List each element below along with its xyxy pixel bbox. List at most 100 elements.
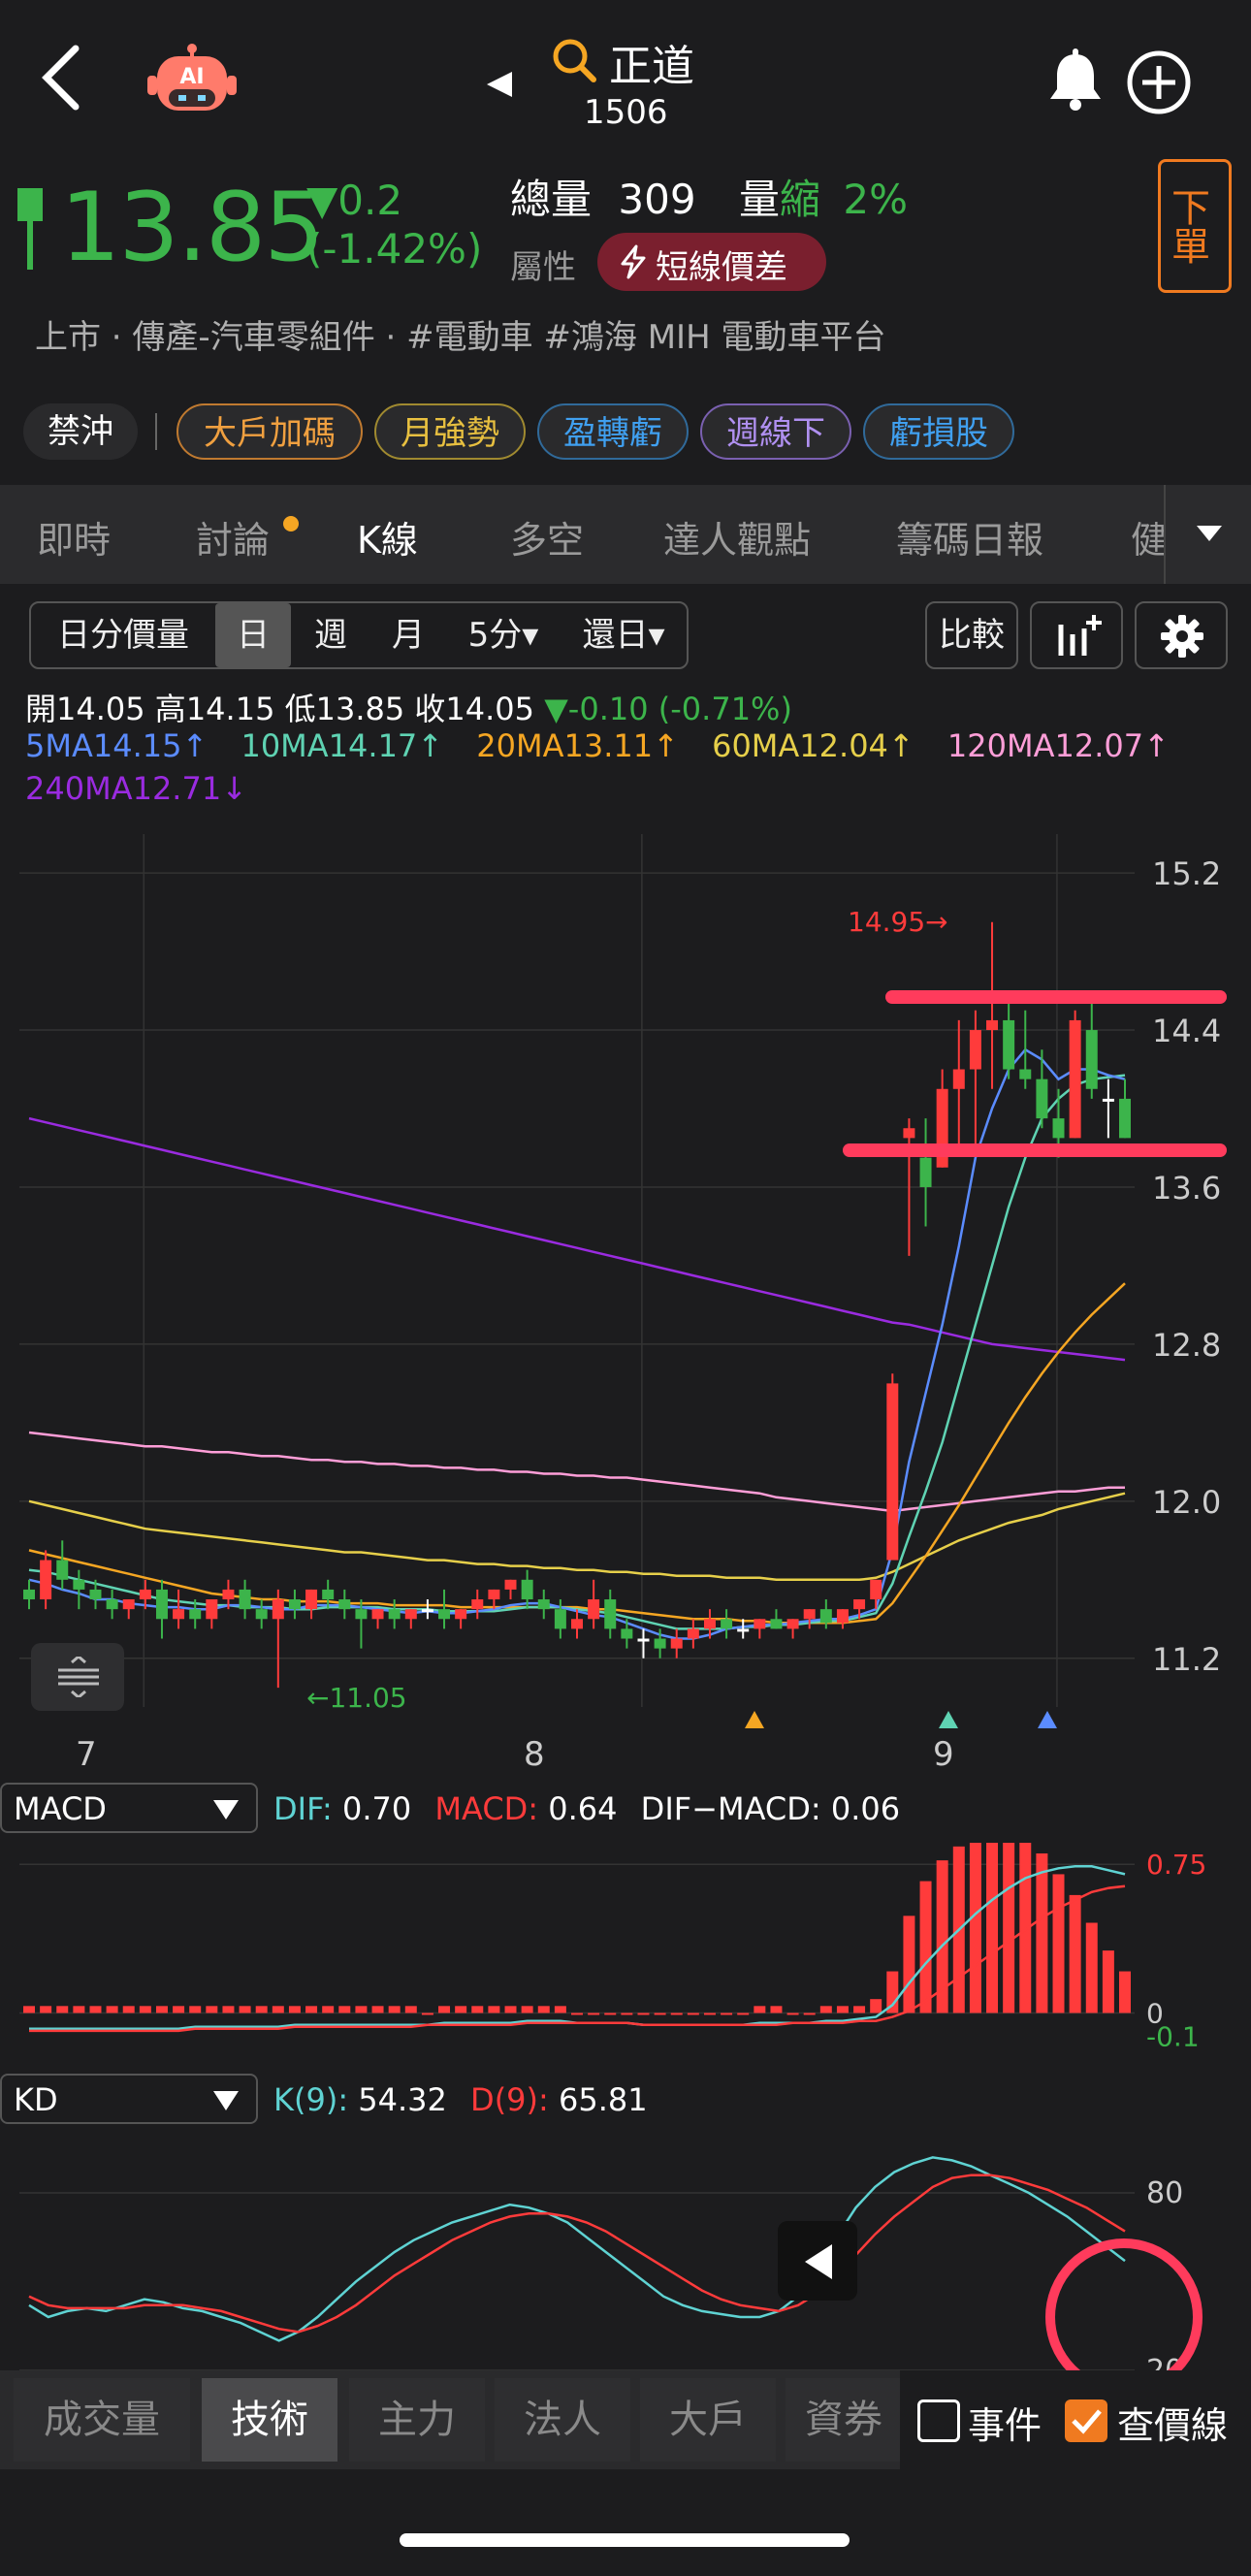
tag-label: 虧損股 [889, 414, 988, 453]
event-label: 事件 [968, 2404, 1042, 2447]
tag-label: 禁沖 [48, 412, 113, 451]
checkmark-icon [1072, 2409, 1102, 2434]
bottom-tab-margin[interactable]: 資券 [786, 2378, 902, 2462]
tag-profit-to-loss[interactable]: 盈轉虧 [537, 403, 689, 460]
indicator-button[interactable] [1030, 601, 1123, 669]
tag-label: 大戶加碼 [204, 414, 336, 453]
period-month[interactable]: 月 [370, 603, 446, 667]
bottom-tab-big-holder[interactable]: 大戶 [640, 2378, 776, 2462]
macd-histogram-bar [786, 2012, 799, 2015]
tag-monthly-strong[interactable]: 月強勢 [374, 403, 526, 460]
macd-histogram-bar [571, 2012, 583, 2015]
adjust-selector[interactable]: 還日▾ [561, 603, 687, 667]
tag-below-weekly[interactable]: 週線下 [700, 403, 851, 460]
ma10-legend: 10MA14.17↑ [241, 727, 444, 764]
event-checkbox[interactable] [917, 2399, 960, 2442]
stock-search[interactable]: 正道 1506 [545, 29, 739, 136]
candle-body [189, 1609, 202, 1620]
candle-body [952, 1069, 965, 1089]
d-line [28, 2174, 1126, 2334]
macd-chart[interactable]: 0.750-0.1 [0, 1843, 1251, 2056]
bottom-tab-institutional[interactable]: 法人 [495, 2378, 630, 2462]
chart-resize-handle[interactable] [31, 1643, 124, 1711]
tag-big-holder-add[interactable]: 大戶加碼 [176, 403, 363, 460]
osc-value: 0.06 [830, 1790, 901, 1827]
candle-body [969, 1030, 981, 1070]
price-line-checkbox[interactable] [1065, 2399, 1107, 2442]
candle-body [173, 1609, 185, 1620]
macd-values: DIF: 0.70 MACD: 0.64 DIF−MACD: 0.06 [273, 1790, 900, 1827]
bottom-tab-volume[interactable]: 成交量 [14, 2378, 190, 2462]
x-tick-label: 8 [524, 1735, 545, 1774]
bottom-tab-main-force[interactable]: 主力 [349, 2378, 485, 2462]
prev-stock-arrow[interactable] [483, 68, 516, 105]
compare-button[interactable]: 比較 [925, 601, 1018, 669]
macd-histogram-bar [338, 2006, 351, 2013]
candle-body [1036, 1079, 1048, 1119]
high-value: 14.15 [185, 691, 275, 727]
tab-kline[interactable]: K線 [357, 510, 418, 564]
y-tick-label: 15.2 [1152, 855, 1221, 892]
macd-histogram-bar [189, 2006, 202, 2013]
macd-histogram-bar [106, 2006, 118, 2013]
bell-icon [1050, 48, 1101, 111]
kline-chart[interactable]: 15.2 14.4 13.6 12.8 12.0 11.2 7 8 9 14.95→ ←11.05 [0, 834, 1251, 1785]
candle-body [1085, 1030, 1098, 1089]
ai-robot-button[interactable]: AI [144, 43, 241, 130]
macd-histogram-bar [239, 2006, 251, 2013]
settings-button[interactable] [1135, 601, 1228, 669]
attribute-badge[interactable]: 短線價差 [597, 233, 826, 291]
tag-label: 月強勢 [401, 414, 499, 453]
alert-bell-button[interactable] [1045, 48, 1106, 116]
macd-histogram-bar [73, 2006, 85, 2013]
collapse-panel-button[interactable] [778, 2221, 857, 2301]
kd-values: K(9): 54.32 D(9): 65.81 [273, 2081, 648, 2118]
tag-no-daytrade[interactable]: 禁沖 [23, 403, 138, 460]
candle-body [737, 1628, 750, 1632]
tab-realtime[interactable]: 即時 [37, 510, 111, 564]
order-button[interactable]: 下單 [1158, 159, 1232, 293]
tag-loss-stock[interactable]: 虧損股 [863, 403, 1014, 460]
ma60-legend: 60MA12.04↑ [712, 727, 914, 764]
kd-selector[interactable]: KD [0, 2074, 258, 2124]
ai-label: AI [179, 65, 204, 89]
add-watchlist-button[interactable] [1125, 48, 1193, 120]
close-label: 收 [414, 691, 446, 727]
tab-expert-view[interactable]: 達人觀點 [663, 510, 811, 564]
macd-histogram-bar [1102, 1950, 1114, 2013]
tab-health[interactable]: 健 [1131, 510, 1166, 564]
macd-histogram-bar [504, 2006, 517, 2013]
period-day[interactable]: 日 [215, 603, 291, 667]
macd-histogram-bar [1069, 1894, 1081, 2013]
macd-value: 0.64 [548, 1790, 618, 1827]
candle-body [255, 1609, 268, 1620]
dif-value: 0.70 [341, 1790, 412, 1827]
macd-selector[interactable]: MACD [0, 1783, 258, 1833]
y-tick-label: 12.0 [1152, 1484, 1221, 1521]
tab-chip-daily[interactable]: 籌碼日報 [896, 510, 1043, 564]
drag-handle-icon [58, 1657, 99, 1697]
candle-body [239, 1589, 251, 1610]
ma5-legend: 5MA14.15↑ [25, 727, 208, 764]
low-label: 低 [284, 691, 316, 727]
total-volume: 總量 309 [510, 167, 696, 226]
tag-label: 盈轉虧 [563, 414, 662, 453]
period-intraday[interactable]: 日分價量 [31, 603, 215, 667]
period-week[interactable]: 週 [293, 603, 369, 667]
tab-more-button[interactable] [1164, 485, 1251, 584]
candle-body [588, 1599, 600, 1620]
macd-histogram-bar [1085, 1922, 1098, 2013]
macd-histogram-bar [488, 2006, 500, 2013]
tab-long-short[interactable]: 多空 [510, 510, 584, 564]
ma20-line [28, 1282, 1126, 1625]
ma20-legend: 20MA13.11↑ [476, 727, 679, 764]
period-minute[interactable]: 5分▾ [446, 603, 561, 667]
macd-histogram-bar [122, 2006, 135, 2013]
bottom-tab-technical[interactable]: 技術 [202, 2378, 337, 2462]
macd-histogram-bar [737, 2012, 750, 2015]
tab-discussion[interactable]: 討論 [196, 510, 270, 564]
back-button[interactable] [29, 39, 87, 116]
day-change: ▼-0.10 (-0.71%) [544, 691, 792, 727]
candle-body [388, 1609, 401, 1620]
macd-histogram-bar [255, 2006, 268, 2013]
